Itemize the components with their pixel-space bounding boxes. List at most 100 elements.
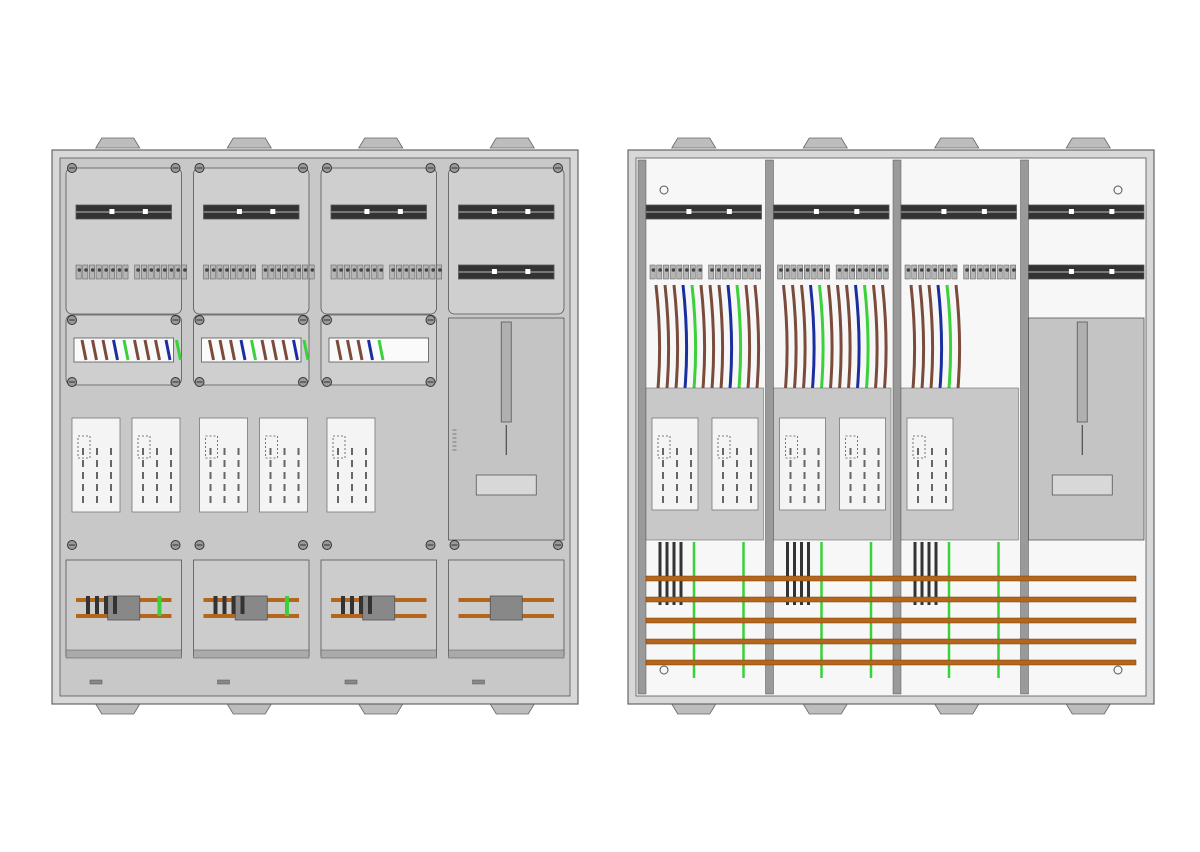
meter-slot-mark — [750, 460, 752, 467]
terminal-screw — [685, 268, 689, 272]
earth-wire — [157, 596, 162, 616]
meter-slot-mark — [351, 472, 353, 479]
earth-wire — [285, 596, 289, 616]
label-slot — [217, 679, 230, 685]
meter-slot-mark — [283, 484, 286, 491]
din-rail-line — [331, 211, 427, 213]
meter-slot-mark — [736, 460, 738, 467]
panel-rear-open — [627, 137, 1155, 715]
terminal — [396, 264, 402, 280]
terminal-screw — [169, 268, 174, 272]
bottom-cable-entry — [802, 703, 848, 715]
terminal-screw — [359, 268, 363, 272]
meter-slot-mark — [110, 496, 112, 503]
meter-slot-mark — [849, 496, 852, 503]
meter-slot-mark — [722, 484, 724, 491]
terminal — [295, 264, 302, 280]
terminal-screw — [812, 268, 817, 272]
upper-cover — [448, 167, 565, 315]
busbar-clamp — [362, 595, 396, 621]
terminal-screw — [124, 268, 129, 272]
terminal-screw — [225, 268, 229, 272]
terminal — [115, 264, 122, 280]
terminal-screw — [97, 268, 102, 272]
meter-slot-mark — [237, 496, 240, 503]
meter-slot-mark — [297, 448, 300, 455]
upper-cover — [320, 167, 437, 315]
terminal-screw — [352, 268, 357, 272]
terminal — [970, 264, 976, 280]
meter-slot-mark — [337, 484, 339, 491]
din-rail-hole — [726, 209, 732, 214]
side-post — [1020, 159, 1029, 695]
terminal-screw — [710, 268, 714, 272]
din-rail — [773, 204, 890, 220]
terminal — [344, 264, 350, 280]
meter-slot-mark — [863, 496, 866, 503]
terminal — [230, 264, 236, 280]
meter-slot-mark — [789, 448, 792, 455]
isolator-handle — [1051, 474, 1113, 496]
terminal-screw — [397, 268, 402, 272]
meter-slot-mark — [736, 496, 738, 503]
terminal-screw — [913, 268, 917, 272]
meter-slot-mark — [789, 496, 792, 503]
terminal-screw — [965, 268, 969, 272]
meter-slot-mark — [877, 472, 880, 479]
meter-slot-mark — [803, 484, 806, 491]
terminal-screw — [825, 268, 830, 272]
meter-slot-mark — [863, 484, 866, 491]
terminal — [203, 264, 209, 280]
bottom-cable-entry — [671, 703, 717, 715]
terminal-screw — [736, 268, 741, 272]
terminal-screw — [77, 268, 82, 272]
terminal — [689, 264, 696, 280]
terminal-screw — [819, 268, 823, 272]
terminal — [377, 264, 384, 280]
upper-cover — [193, 167, 310, 315]
terminal — [649, 264, 656, 280]
terminal — [918, 264, 924, 280]
feeder-wire — [368, 596, 372, 614]
terminal-screw — [664, 268, 669, 272]
meter-slot-mark — [142, 472, 144, 479]
terminal-screw — [844, 268, 848, 272]
meter-module — [199, 417, 248, 513]
terminal — [855, 264, 862, 280]
terminal-screw — [231, 268, 236, 272]
top-cable-entry — [95, 137, 141, 149]
meter-slot-mark — [676, 484, 678, 491]
din-rail-hole — [525, 209, 531, 214]
terminal-screw — [906, 268, 911, 272]
terminal — [350, 264, 357, 280]
diagram-canvas — [0, 0, 1200, 848]
terminal-screw — [290, 268, 295, 272]
terminal-screw — [283, 268, 288, 272]
terminal-screw — [971, 268, 976, 272]
feeder-wire — [350, 596, 354, 614]
meter-slot-mark — [297, 460, 300, 467]
terminal-screw — [339, 268, 343, 272]
din-rail-hole — [491, 209, 497, 214]
terminal — [790, 264, 797, 280]
isolator-handle — [475, 474, 537, 496]
terminal-screw — [857, 268, 862, 272]
terminal-screw — [162, 268, 167, 272]
din-rail-line — [1028, 211, 1144, 213]
terminal — [656, 264, 663, 280]
terminal-screw — [104, 268, 108, 272]
terminal — [663, 264, 669, 280]
terminal — [89, 264, 95, 280]
meter-slot-mark — [817, 448, 820, 455]
terminal-screw — [671, 268, 676, 272]
top-cable-entry — [358, 137, 404, 149]
din-rail-hole — [270, 209, 276, 214]
terminal-screw — [218, 268, 223, 272]
meter-slot-mark — [237, 472, 240, 479]
meter-slot-mark — [917, 472, 919, 479]
din-rail-hole — [854, 209, 860, 214]
label-slot — [472, 679, 485, 685]
distribution-board-diagram — [51, 137, 1155, 715]
terminal-screw — [404, 268, 409, 272]
terminal — [741, 264, 748, 280]
